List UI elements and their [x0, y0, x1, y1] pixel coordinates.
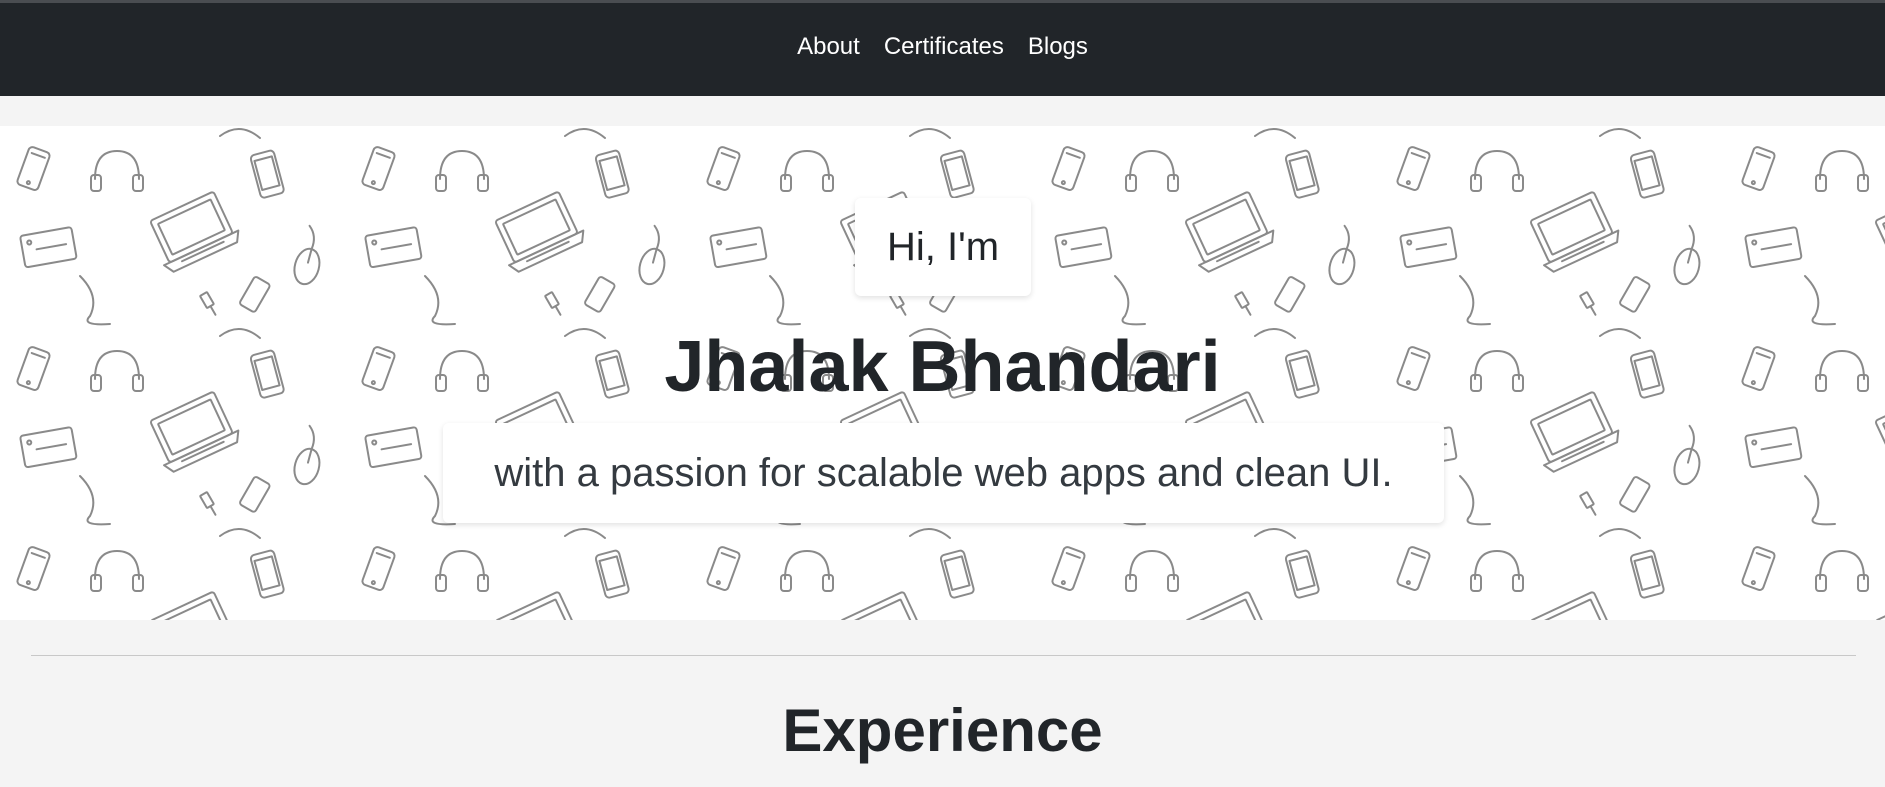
hero-name: Jhalak Bhandari: [664, 327, 1221, 407]
greeting-text: Hi, I'm: [886, 224, 1000, 269]
hero-content: Hi, I'm Jhalak Bhandari with a passion f…: [0, 126, 1885, 620]
hero-section: Hi, I'm Jhalak Bhandari with a passion f…: [0, 126, 1885, 620]
nav-link-certificates[interactable]: Certificates: [884, 33, 1004, 61]
nav-links: About Certificates Blogs: [797, 33, 1088, 61]
nav-link-blogs[interactable]: Blogs: [1028, 33, 1088, 61]
tagline-text: with a passion for scalable web apps and…: [494, 450, 1393, 495]
nav-link-about[interactable]: About: [797, 33, 860, 61]
top-navbar: About Certificates Blogs: [0, 3, 1885, 96]
section-divider: [31, 655, 1856, 656]
greeting-card: Hi, I'm: [855, 198, 1031, 296]
experience-heading: Experience: [782, 697, 1103, 764]
tagline-card: with a passion for scalable web apps and…: [443, 423, 1444, 523]
